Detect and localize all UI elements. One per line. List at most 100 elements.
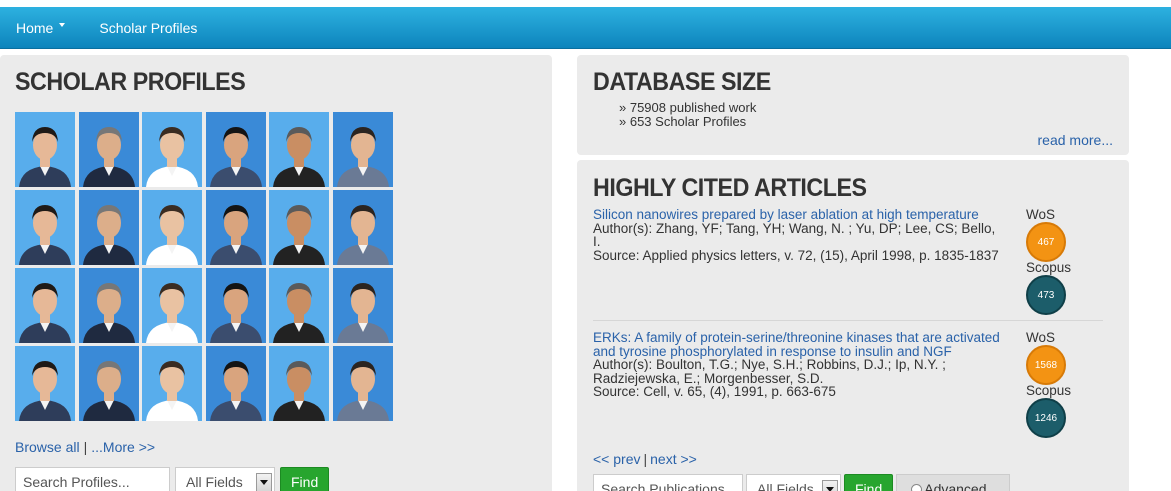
prev-link[interactable]: << prev xyxy=(593,451,640,467)
article-title-link[interactable]: ERKs: A family of protein-serine/threoni… xyxy=(593,330,1000,359)
person-avatar-icon xyxy=(15,268,75,343)
person-avatar-icon xyxy=(332,346,393,421)
person-avatar-icon xyxy=(78,268,139,343)
scholar-profiles-title: SCHOLAR PROFILES xyxy=(15,68,246,96)
browse-separator: | xyxy=(83,439,88,455)
person-avatar-icon xyxy=(332,190,393,265)
read-more-link[interactable]: read more... xyxy=(1038,132,1113,148)
person-avatar-icon xyxy=(205,112,266,187)
scholar-photo[interactable] xyxy=(332,190,393,265)
scholar-photo[interactable] xyxy=(78,190,139,265)
scholar-photo[interactable] xyxy=(142,268,202,343)
article-item: ERKs: A family of protein-serine/threoni… xyxy=(593,331,1003,399)
radio-icon xyxy=(911,483,923,491)
article-source: Source: Applied physics letters, v. 72, … xyxy=(593,247,999,263)
person-avatar-icon xyxy=(269,190,329,265)
advanced-search-label: Advanced xyxy=(924,481,987,491)
scholar-photo[interactable] xyxy=(15,112,75,187)
scholar-photo[interactable] xyxy=(332,268,393,343)
scholar-photo[interactable] xyxy=(78,346,139,421)
nav-scholar-profiles[interactable]: Scholar Profiles xyxy=(99,20,197,36)
publication-search-input[interactable] xyxy=(593,474,743,491)
person-avatar-icon xyxy=(78,112,139,187)
article-item: Silicon nanowires prepared by laser abla… xyxy=(593,208,1003,262)
person-avatar-icon xyxy=(332,268,393,343)
browse-all-link[interactable]: Browse all xyxy=(15,439,80,455)
scopus-label: Scopus xyxy=(1026,383,1072,398)
profile-field-select[interactable]: All Fields xyxy=(175,467,275,491)
scholar-photo[interactable] xyxy=(142,112,202,187)
next-link[interactable]: next >> xyxy=(650,451,697,467)
database-size-panel: DATABASE SIZE » 75908 published work » 6… xyxy=(577,55,1129,155)
scholar-photo[interactable] xyxy=(269,190,329,265)
person-avatar-icon xyxy=(269,346,329,421)
article-source: Source: Cell, v. 65, (4), 1991, p. 663-6… xyxy=(593,384,836,399)
browse-links: Browse all | ...More >> xyxy=(15,439,155,455)
scholar-photo[interactable] xyxy=(205,190,266,265)
advanced-search-toggle[interactable]: Advanced xyxy=(896,474,1010,491)
person-avatar-icon xyxy=(269,268,329,343)
publication-find-button[interactable]: Find xyxy=(844,474,894,491)
person-avatar-icon xyxy=(15,346,75,421)
profile-search-bar: All Fields Find xyxy=(15,467,330,491)
scholar-photo[interactable] xyxy=(15,346,75,421)
db-profile-count: » 653 Scholar Profiles xyxy=(619,114,747,129)
db-published-count: » 75908 published work xyxy=(619,100,757,115)
person-avatar-icon xyxy=(142,190,202,265)
person-avatar-icon xyxy=(78,190,139,265)
caret-down-icon xyxy=(59,22,66,27)
publication-search-bar: All Fields Find Advanced xyxy=(593,474,1010,491)
scholar-photo[interactable] xyxy=(269,268,329,343)
scholar-photo[interactable] xyxy=(78,112,139,187)
scholar-profiles-panel: SCHOLAR PROFILES Browse all|...More >> A… xyxy=(0,55,552,491)
article-authors: Author(s): Zhang, YF; Tang, YH; Wang, N.… xyxy=(593,220,996,249)
person-avatar-icon xyxy=(15,190,75,265)
highly-cited-panel: HIGHLY CITED ARTICLES Silicon nanowires … xyxy=(577,160,1129,491)
wos-label: WoS xyxy=(1026,207,1056,222)
scholar-photo[interactable] xyxy=(78,268,139,343)
scholar-photo[interactable] xyxy=(15,190,75,265)
scholar-photo[interactable] xyxy=(332,112,393,187)
article-authors: Author(s): Boulton, T.G.; Nye, S.H.; Rob… xyxy=(593,357,946,386)
scholar-photo-grid xyxy=(15,112,393,421)
scholar-photo[interactable] xyxy=(269,346,329,421)
scholar-photo[interactable] xyxy=(142,190,202,265)
scopus-label: Scopus xyxy=(1026,260,1072,275)
profile-find-button[interactable]: Find xyxy=(280,467,330,491)
scholar-photo[interactable] xyxy=(269,112,329,187)
person-avatar-icon xyxy=(205,268,266,343)
scopus-count-badge[interactable]: 1246 xyxy=(1026,398,1066,438)
more-link[interactable]: ...More >> xyxy=(91,439,155,455)
person-avatar-icon xyxy=(205,190,266,265)
profile-field-select-value: All Fields xyxy=(186,474,243,490)
publication-field-select[interactable]: All Fields xyxy=(746,474,841,491)
scholar-photo[interactable] xyxy=(332,346,393,421)
profile-search-input[interactable] xyxy=(15,467,170,491)
nav-home[interactable]: Home xyxy=(16,20,66,36)
scholar-photo[interactable] xyxy=(142,346,202,421)
wos-count-badge[interactable]: 1568 xyxy=(1026,345,1066,385)
highly-cited-title: HIGHLY CITED ARTICLES xyxy=(593,174,867,202)
article-pager: << prev | next >> xyxy=(593,451,697,467)
person-avatar-icon xyxy=(142,268,202,343)
person-avatar-icon xyxy=(15,112,75,187)
top-navbar: Home Scholar Profiles xyxy=(0,7,1171,49)
database-size-list: » 75908 published work » 653 Scholar Pro… xyxy=(619,101,756,129)
publication-field-select-value: All Fields xyxy=(757,481,814,491)
person-avatar-icon xyxy=(142,346,202,421)
person-avatar-icon xyxy=(78,346,139,421)
scholar-photo[interactable] xyxy=(15,268,75,343)
scopus-count-badge[interactable]: 473 xyxy=(1026,275,1066,315)
scholar-photo[interactable] xyxy=(205,346,266,421)
person-avatar-icon xyxy=(142,112,202,187)
person-avatar-icon xyxy=(269,112,329,187)
database-size-title: DATABASE SIZE xyxy=(593,68,771,96)
pager-separator: | xyxy=(643,451,648,467)
wos-count-badge[interactable]: 467 xyxy=(1026,222,1066,262)
article-divider xyxy=(593,320,1103,321)
person-avatar-icon xyxy=(332,112,393,187)
scholar-photo[interactable] xyxy=(205,268,266,343)
nav-scholar-profiles-label: Scholar Profiles xyxy=(99,19,198,36)
scholar-photo[interactable] xyxy=(205,112,266,187)
person-avatar-icon xyxy=(205,346,266,421)
